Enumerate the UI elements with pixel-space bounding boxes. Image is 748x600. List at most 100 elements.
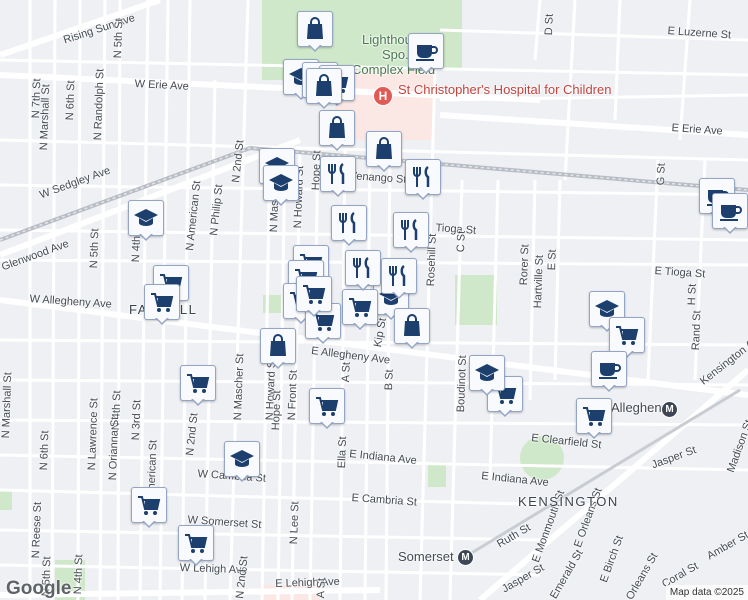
street-label: B St	[383, 369, 396, 391]
school-marker[interactable]	[224, 441, 260, 482]
street-label: N 5th St	[88, 228, 102, 269]
street-label: E St	[546, 249, 559, 271]
street-label: Boudinot St	[455, 355, 469, 413]
coffee-icon	[591, 351, 627, 387]
shopping-cart-marker[interactable]	[309, 388, 345, 429]
school-marker[interactable]	[263, 165, 299, 206]
shopping-cart-marker[interactable]	[576, 398, 612, 439]
shopping-bag-marker[interactable]	[366, 131, 402, 172]
restaurant-marker[interactable]	[331, 205, 367, 246]
metro-station-icon[interactable]: M	[457, 549, 474, 566]
street-label: A St	[340, 361, 353, 383]
school-marker[interactable]	[469, 355, 505, 396]
street-label: D St	[543, 13, 556, 36]
map-attribution[interactable]: Map data ©2025	[665, 585, 748, 600]
marker-tail	[235, 474, 249, 482]
street-label: Hartville St	[532, 254, 546, 309]
marker-tail	[274, 198, 288, 206]
marker-tail	[271, 361, 285, 369]
shopping-bag-marker[interactable]	[297, 11, 333, 52]
marker-tail	[353, 322, 367, 330]
marker-tail	[377, 164, 391, 172]
coffee-marker[interactable]	[408, 33, 444, 74]
school-marker[interactable]	[128, 200, 164, 241]
restaurant-icon	[331, 205, 367, 241]
shopping-bag-marker[interactable]	[394, 308, 430, 349]
restaurant-marker[interactable]	[345, 250, 381, 291]
street-label: N 6th St	[38, 430, 52, 471]
shopping-cart-icon	[576, 398, 612, 434]
restaurant-marker[interactable]	[405, 159, 441, 200]
marker-tail	[331, 189, 345, 197]
coffee-marker[interactable]	[712, 193, 748, 234]
hospital-label[interactable]: St Christopher's Hospital for Children	[398, 82, 611, 97]
shopping-cart-marker[interactable]	[131, 487, 167, 528]
marker-tail	[404, 245, 418, 253]
school-icon	[224, 441, 260, 477]
restaurant-icon	[405, 159, 441, 195]
restaurant-icon	[320, 156, 356, 192]
street-label: N 5th St	[112, 18, 126, 59]
street-label: Ella St	[336, 436, 350, 469]
restaurant-marker[interactable]	[320, 156, 356, 197]
shopping-bag-marker[interactable]	[306, 68, 342, 109]
metro-station-icon[interactable]: M	[661, 401, 678, 418]
street-label: C St	[455, 230, 468, 253]
marker-tail	[139, 233, 153, 241]
shopping-bag-icon	[319, 110, 355, 146]
marker-tail	[320, 421, 334, 429]
street-label: N Lee St	[288, 501, 302, 545]
shopping-bag-icon	[306, 68, 342, 104]
restaurant-icon	[381, 258, 417, 294]
street-label: Hope St	[270, 390, 284, 431]
marker-tail	[317, 101, 331, 109]
street-label: G St	[655, 162, 668, 186]
marker-tail	[587, 431, 601, 439]
coffee-marker[interactable]	[591, 351, 627, 392]
small-park	[455, 275, 497, 325]
shopping-cart-marker[interactable]	[180, 365, 216, 406]
school-icon	[263, 165, 299, 201]
marker-tail	[155, 317, 169, 325]
neighborhood-label: KENSINGTON	[518, 494, 619, 509]
marker-tail	[405, 341, 419, 349]
street-label: E Lehigh Ave	[275, 575, 341, 590]
restaurant-icon	[345, 250, 381, 286]
school-icon	[128, 200, 164, 236]
street-label: N Marshall St	[0, 372, 15, 439]
marker-tail	[191, 398, 205, 406]
street-label: N Front St	[286, 369, 300, 421]
shopping-cart-icon	[178, 525, 214, 561]
marker-tail	[602, 384, 616, 392]
marker-tail	[498, 409, 512, 417]
street-label: N Orianna St	[107, 416, 122, 481]
coffee-icon	[712, 193, 748, 229]
street-label: H St	[686, 283, 699, 306]
marker-tail	[308, 44, 322, 52]
street-label: N 3rd St	[130, 399, 144, 441]
marker-tail	[189, 558, 203, 566]
marker-tail	[342, 238, 356, 246]
restaurant-icon	[393, 212, 429, 248]
shopping-cart-icon	[131, 487, 167, 523]
station-label: Somerset	[398, 549, 454, 564]
shopping-cart-marker[interactable]	[178, 525, 214, 566]
shopping-bag-icon	[260, 328, 296, 364]
map-canvas[interactable]: Rising Sun Ave N 5th St W Erie Ave N 7th…	[0, 0, 748, 600]
shopping-cart-marker[interactable]	[342, 289, 378, 330]
hospital-icon[interactable]: H	[373, 86, 393, 106]
marker-tail	[392, 291, 406, 299]
restaurant-marker[interactable]	[381, 258, 417, 299]
shopping-cart-marker[interactable]	[144, 284, 180, 325]
shopping-cart-icon	[180, 365, 216, 401]
shopping-cart-marker[interactable]	[296, 276, 332, 317]
tiny-park-2	[428, 462, 446, 487]
shopping-bag-icon	[297, 11, 333, 47]
shopping-cart-icon	[309, 388, 345, 424]
shopping-bag-icon	[394, 308, 430, 344]
street-label: N Mascher St	[232, 353, 247, 421]
restaurant-marker[interactable]	[393, 212, 429, 253]
shopping-bag-marker[interactable]	[260, 328, 296, 369]
marker-tail	[480, 388, 494, 396]
shopping-bag-marker[interactable]	[319, 110, 355, 151]
